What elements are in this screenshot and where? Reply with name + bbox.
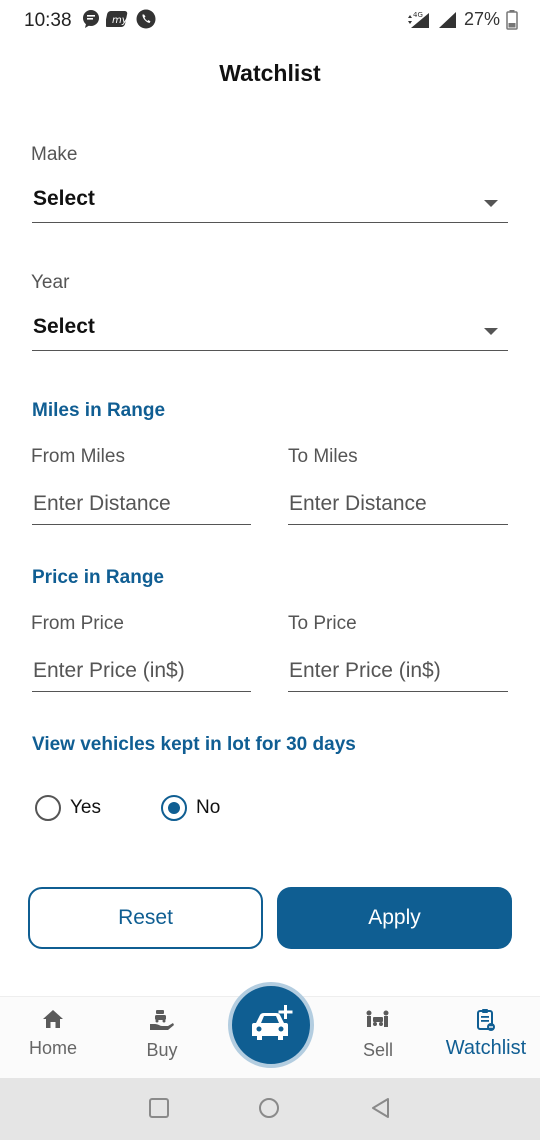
to-miles-input[interactable]: Enter Distance bbox=[288, 487, 508, 525]
radio-no[interactable]: No bbox=[161, 795, 220, 821]
status-bar: 10:38 my 4G 27% bbox=[0, 0, 540, 40]
make-label: Make bbox=[31, 144, 78, 165]
to-price-placeholder: Enter Price (in$) bbox=[289, 659, 441, 682]
from-miles-input[interactable]: Enter Distance bbox=[32, 487, 251, 525]
reset-button[interactable]: Reset bbox=[28, 887, 263, 949]
svg-text:4G: 4G bbox=[413, 11, 423, 19]
nav-watchlist-label: Watchlist bbox=[445, 1037, 527, 1059]
apply-button[interactable]: Apply bbox=[277, 887, 512, 949]
status-time: 10:38 bbox=[24, 10, 72, 31]
to-miles-label: To Miles bbox=[288, 446, 358, 467]
watchlist-icon bbox=[477, 1009, 495, 1031]
message-icon bbox=[83, 10, 99, 28]
lot-days-heading: View vehicles kept in lot for 30 days bbox=[32, 734, 356, 755]
from-miles-label: From Miles bbox=[31, 446, 125, 467]
nav-home[interactable]: Home bbox=[3, 1009, 103, 1059]
nav-sell[interactable]: Sell bbox=[328, 1009, 428, 1061]
nav-sell-label: Sell bbox=[362, 1040, 393, 1060]
from-price-input[interactable]: Enter Price (in$) bbox=[32, 654, 251, 692]
add-car-icon bbox=[252, 1005, 293, 1040]
radio-yes-circle[interactable] bbox=[35, 795, 61, 821]
year-caret-icon bbox=[484, 328, 498, 335]
to-price-label: To Price bbox=[288, 613, 357, 634]
sell-icon bbox=[366, 1010, 389, 1027]
from-price-placeholder: Enter Price (in$) bbox=[33, 659, 185, 682]
nav-buy[interactable]: Buy bbox=[112, 1009, 212, 1061]
nav-watchlist[interactable]: Watchlist bbox=[436, 1009, 536, 1060]
add-vehicle-fab[interactable] bbox=[228, 982, 314, 1068]
system-status: 4G 27% bbox=[406, 9, 518, 30]
battery-icon bbox=[506, 9, 518, 30]
to-miles-placeholder: Enter Distance bbox=[289, 492, 427, 515]
back-icon[interactable] bbox=[370, 1097, 392, 1119]
app-icon: my bbox=[106, 11, 129, 27]
radio-no-circle[interactable] bbox=[161, 795, 187, 821]
to-price-input[interactable]: Enter Price (in$) bbox=[288, 654, 508, 692]
phone-call-icon bbox=[136, 9, 156, 29]
price-range-heading: Price in Range bbox=[32, 567, 164, 588]
year-select-value: Select bbox=[33, 315, 95, 338]
from-miles-placeholder: Enter Distance bbox=[33, 492, 171, 515]
home-circle-icon[interactable] bbox=[258, 1097, 280, 1119]
battery-percent: 27% bbox=[463, 9, 500, 29]
make-select[interactable]: Select bbox=[32, 183, 508, 223]
svg-text:my: my bbox=[112, 15, 129, 26]
recent-apps-icon[interactable] bbox=[148, 1097, 170, 1119]
network-4g-icon: 4G bbox=[407, 11, 429, 28]
make-select-value: Select bbox=[33, 187, 95, 210]
nav-home-label: Home bbox=[28, 1038, 77, 1058]
year-select[interactable]: Select bbox=[32, 311, 508, 351]
page-title: Watchlist bbox=[219, 60, 321, 86]
notification-icons: my bbox=[82, 9, 156, 29]
system-navigation-bar bbox=[0, 1078, 540, 1140]
make-caret-icon bbox=[484, 200, 498, 207]
radio-yes[interactable]: Yes bbox=[35, 795, 101, 821]
radio-yes-label: Yes bbox=[70, 797, 101, 818]
buy-icon bbox=[150, 1010, 174, 1030]
home-icon bbox=[43, 1010, 63, 1028]
signal-icon bbox=[438, 11, 456, 28]
miles-range-heading: Miles in Range bbox=[32, 400, 166, 421]
from-price-label: From Price bbox=[31, 613, 124, 634]
radio-no-label: No bbox=[196, 797, 221, 818]
nav-buy-label: Buy bbox=[146, 1040, 178, 1060]
year-label: Year bbox=[31, 272, 70, 293]
